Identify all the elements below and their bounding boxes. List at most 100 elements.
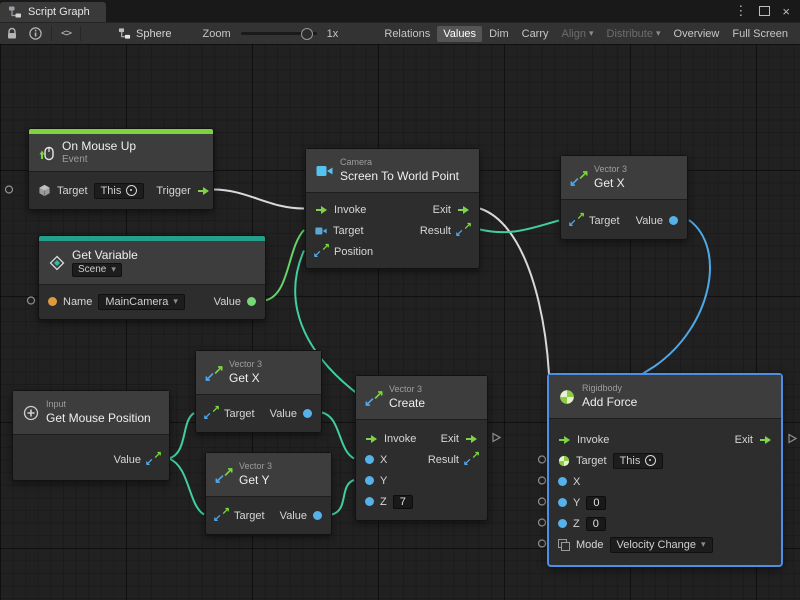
zoom-slider-handle[interactable] <box>301 28 313 40</box>
camera-mini-icon[interactable] <box>315 226 327 236</box>
node-screen-to-world-point[interactable]: CameraScreen To World Point Invoke Exit … <box>305 148 480 269</box>
chip-label: Velocity Change <box>617 539 697 551</box>
dim-button[interactable]: Dim <box>483 26 515 42</box>
node-header[interactable]: ↗↙ Vector 3Get Y <box>206 453 331 497</box>
exec-output-port[interactable] <box>457 205 470 215</box>
relations-button[interactable]: Relations <box>378 26 436 42</box>
z-value-field[interactable]: 7 <box>393 495 413 509</box>
result-label: Result <box>428 454 459 466</box>
carry-button[interactable]: Carry <box>516 26 555 42</box>
float-input-port[interactable] <box>558 477 567 486</box>
float-input-port[interactable] <box>558 498 567 507</box>
vector3-input-port[interactable]: ↗↙ <box>315 245 328 258</box>
exec-input-port[interactable] <box>315 205 328 215</box>
tab-script-graph[interactable]: Script Graph <box>0 2 106 22</box>
node-header[interactable]: RigidbodyAdd Force <box>549 375 781 419</box>
exec-output-port[interactable] <box>465 434 478 444</box>
mode-dropdown[interactable]: Velocity Change ▾ <box>610 537 713 553</box>
code-icon[interactable]: <> <box>59 28 73 39</box>
wire-result-to-getx-top-target <box>480 221 559 233</box>
chevron-down-icon: ▾ <box>701 539 706 550</box>
outer-port-addforce-exit[interactable] <box>789 435 796 443</box>
node-on-mouse-up[interactable]: On Mouse UpEvent Target This Trigger <box>28 128 214 210</box>
tab-title: Script Graph <box>28 6 90 18</box>
vector3-output-port[interactable]: ↗↙ <box>457 224 470 237</box>
gameobject-icon[interactable] <box>38 184 51 197</box>
breadcrumb-label: Sphere <box>136 28 171 40</box>
wire-mouse-to-getx-target <box>169 413 194 459</box>
float-output-port[interactable] <box>303 409 312 418</box>
maximize-icon[interactable] <box>759 6 770 16</box>
node-vector3-get-x-top[interactable]: ↗↙ Vector 3Get X ↗↙ Target Value <box>560 155 688 240</box>
exec-output-port[interactable] <box>197 186 210 196</box>
outer-port-mouseup-target[interactable] <box>6 186 13 193</box>
vector3-input-port[interactable]: ↗↙ <box>205 407 218 420</box>
menu-icon[interactable]: ⋮ <box>734 3 747 19</box>
float-input-port[interactable] <box>558 519 567 528</box>
outer-port-addforce-z[interactable] <box>539 519 546 526</box>
node-header[interactable]: CameraScreen To World Point <box>306 149 479 193</box>
y-value-field[interactable]: 0 <box>586 496 606 510</box>
node-vector3-get-y[interactable]: ↗↙ Vector 3Get Y ↗↙ Target Value <box>205 452 332 535</box>
exec-output-port[interactable] <box>759 435 772 445</box>
port-row: ↗↙ Target Value <box>196 403 321 424</box>
zoom-slider[interactable] <box>241 32 317 35</box>
vector3-icon: ↗↙ <box>206 365 222 381</box>
float-output-port[interactable] <box>313 511 322 520</box>
close-icon[interactable]: × <box>782 4 790 19</box>
enum-icon[interactable] <box>558 539 570 551</box>
float-input-port[interactable] <box>365 497 374 506</box>
target-this-chip[interactable]: This <box>613 453 664 469</box>
float-output-port[interactable] <box>669 216 678 225</box>
vector3-output-port[interactable]: ↗↙ <box>465 453 478 466</box>
outer-port-addforce-x[interactable] <box>539 477 546 484</box>
variable-scope-dropdown[interactable]: Scene▾ <box>72 263 122 278</box>
node-header[interactable]: Get Variable Scene▾ <box>39 241 265 285</box>
full-screen-button[interactable]: Full Screen <box>726 26 794 42</box>
values-button[interactable]: Values <box>437 26 482 42</box>
outer-port-create-exit[interactable] <box>493 434 500 442</box>
vector3-output-port[interactable]: ↗↙ <box>147 453 160 466</box>
variable-name-dropdown[interactable]: MainCamera▾ <box>98 294 185 310</box>
node-header[interactable]: On Mouse UpEvent <box>29 134 213 172</box>
port-row: Y <box>356 470 487 491</box>
overview-button[interactable]: Overview <box>668 26 726 42</box>
vector3-input-port[interactable]: ↗↙ <box>215 509 228 522</box>
info-icon[interactable] <box>27 27 44 40</box>
string-port[interactable] <box>48 297 57 306</box>
node-vector3-get-x-mid[interactable]: ↗↙ Vector 3Get X ↗↙ Target Value <box>195 350 322 433</box>
chip-label: MainCamera <box>105 296 168 308</box>
x-label: X <box>573 476 580 488</box>
port-row: Z 7 <box>356 491 487 512</box>
node-add-force[interactable]: RigidbodyAdd Force Invoke Exit Target Th… <box>548 374 782 566</box>
float-input-port[interactable] <box>365 455 374 464</box>
chevron-down-icon: ▾ <box>111 264 116 275</box>
node-get-mouse-position[interactable]: InputGet Mouse Position Value ↗↙ <box>12 390 170 481</box>
rigidbody-mini-icon[interactable] <box>558 455 570 467</box>
node-header[interactable]: ↗↙ Vector 3Get X <box>196 351 321 395</box>
invoke-label: Invoke <box>384 433 416 445</box>
node-title: On Mouse Up <box>62 139 136 154</box>
target-this-chip[interactable]: This <box>94 183 145 199</box>
outer-port-addforce-y[interactable] <box>539 498 546 505</box>
breadcrumb[interactable]: Sphere <box>118 27 171 40</box>
port-row: X Result ↗↙ <box>356 449 487 470</box>
exec-input-port[interactable] <box>365 434 378 444</box>
node-header[interactable]: ↗↙ Vector 3Get X <box>561 156 687 200</box>
graph-icon <box>118 27 131 40</box>
node-header[interactable]: InputGet Mouse Position <box>13 391 169 435</box>
node-get-variable[interactable]: Get Variable Scene▾ Name MainCamera▾ Val… <box>38 235 266 320</box>
outer-port-addforce-mode[interactable] <box>539 540 546 547</box>
outer-port-addforce-target[interactable] <box>539 456 546 463</box>
lock-icon[interactable] <box>4 27 20 40</box>
graph-canvas[interactable]: On Mouse UpEvent Target This Trigger <box>0 44 800 600</box>
node-vector3-create[interactable]: ↗↙ Vector 3Create Invoke Exit X Result ↗… <box>355 375 488 521</box>
outer-port-variable-name[interactable] <box>28 297 35 304</box>
object-output-port[interactable] <box>247 297 256 306</box>
toolbar-buttons: Relations Values Dim Carry Align▾ Distri… <box>378 26 796 42</box>
z-value-field[interactable]: 0 <box>586 517 606 531</box>
node-header[interactable]: ↗↙ Vector 3Create <box>356 376 487 420</box>
vector3-input-port[interactable]: ↗↙ <box>570 214 583 227</box>
float-input-port[interactable] <box>365 476 374 485</box>
exec-input-port[interactable] <box>558 435 571 445</box>
